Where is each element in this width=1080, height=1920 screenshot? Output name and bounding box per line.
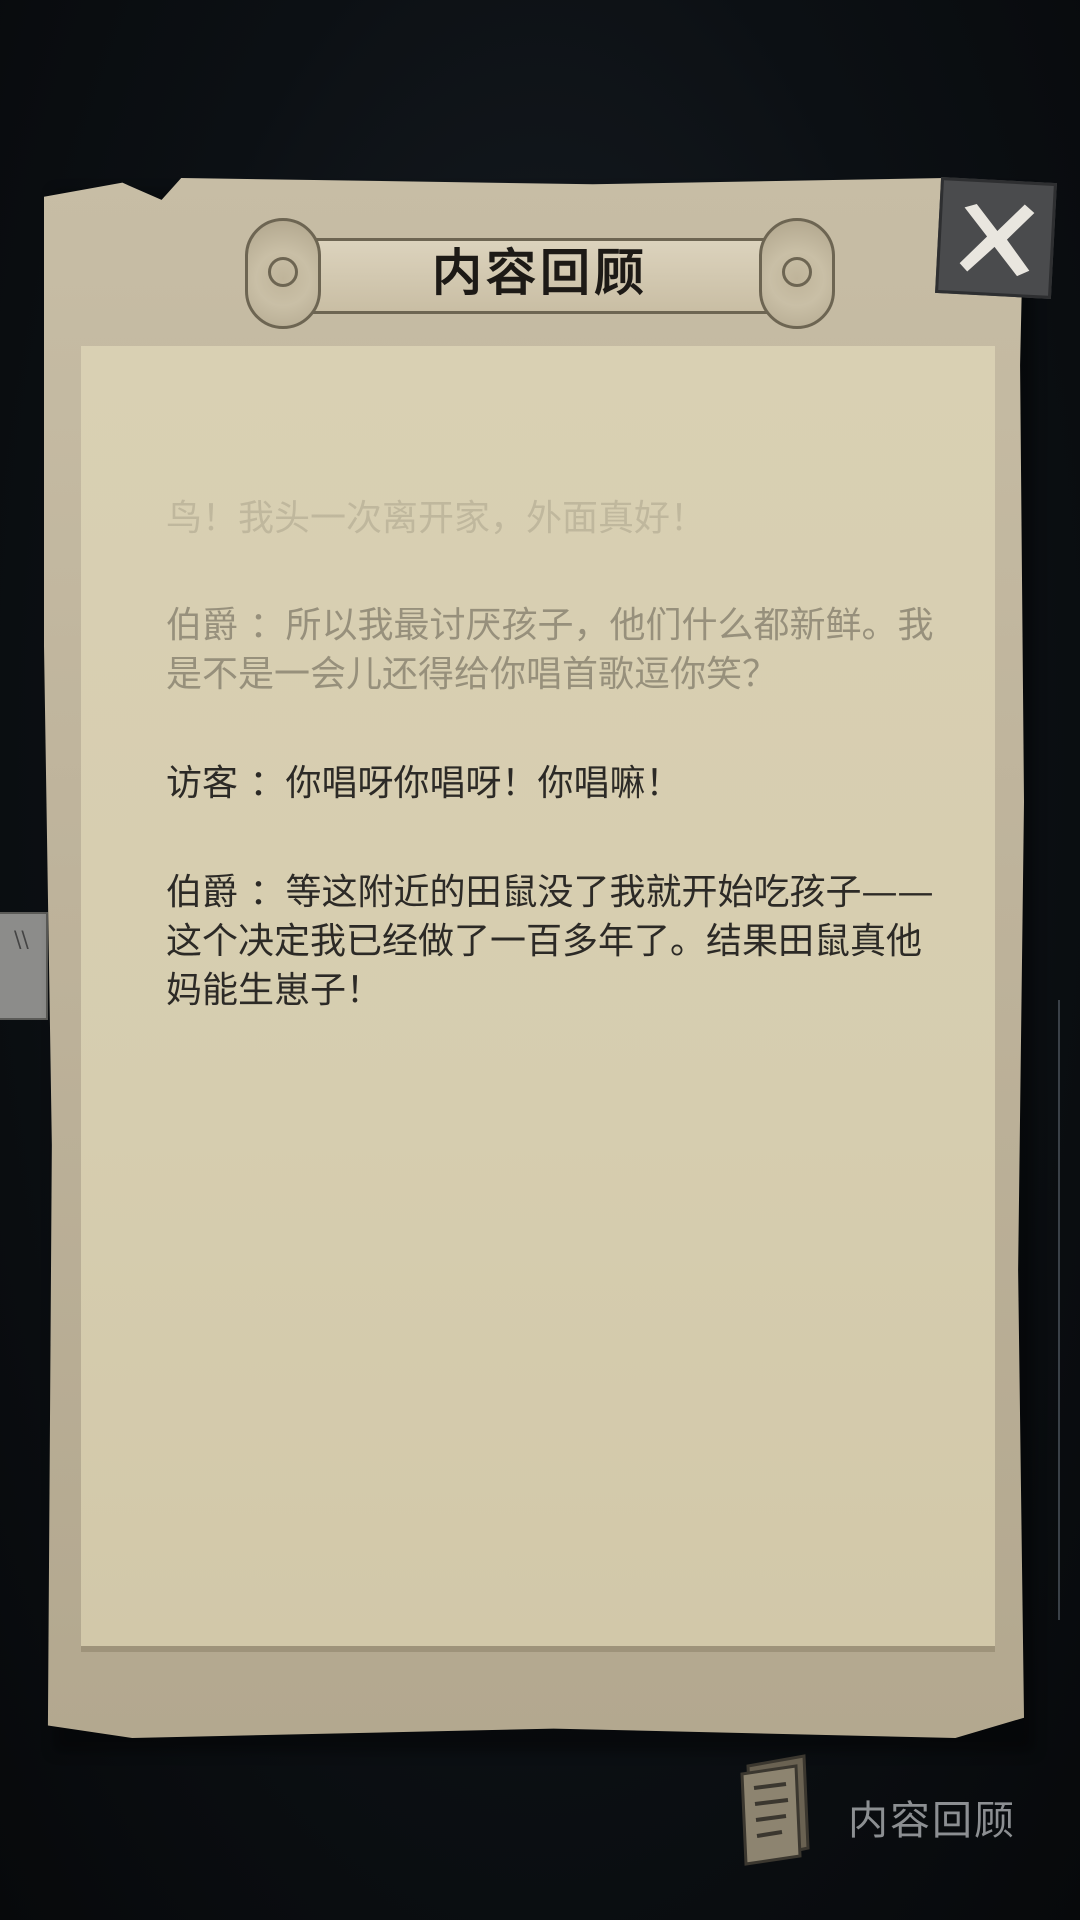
dialogue-line: 伯爵 ：所以我最讨厌孩子，他们什么都新鲜。我是不是一会儿还得给你唱首歌逗你笑？ [166,601,946,699]
review-button-label: 内容回顾 [848,1798,1016,1844]
dialogue-separator: ： [249,605,286,646]
background-side-tab: \\ [0,912,48,1020]
scroll-document-icon [738,1752,814,1868]
screen: \\ 内容回顾 鸟！我头一次离开家，外面真好！ 伯爵 ：所以我最讨厌孩子，他们什… [0,0,1080,1920]
close-x-icon [951,193,1041,283]
dialogue-separator: ： [249,872,286,913]
dialogue-text: 你唱呀你唱呀！你唱嘛！ [285,763,682,804]
dialogue-speaker: 伯爵 [166,605,239,646]
title-scroll: 内容回顾 [245,218,835,329]
dialogue-speaker: 伯爵 [166,872,239,913]
dialogue-line: 伯爵 ：等这附近的田鼠没了我就开始吃孩子——这个决定我已经做了一百多年了。结果田… [166,868,946,1015]
dialogue-speaker: 访客 [166,763,239,804]
dialogue-line: 访客 ：你唱呀你唱呀！你唱嘛！ [166,759,946,808]
dialogue-text: 鸟！我头一次离开家，外面真好！ [166,498,707,539]
dialogue-list: 鸟！我头一次离开家，外面真好！ 伯爵 ：所以我最讨厌孩子，他们什么都新鲜。我是不… [166,494,946,1075]
dialogue-line: 鸟！我头一次离开家，外面真好！ [166,494,946,543]
review-button[interactable]: 内容回顾 [738,1752,1038,1882]
close-button[interactable] [935,177,1057,299]
dialogue-separator: ： [249,763,286,804]
page-title: 内容回顾 [432,243,648,302]
